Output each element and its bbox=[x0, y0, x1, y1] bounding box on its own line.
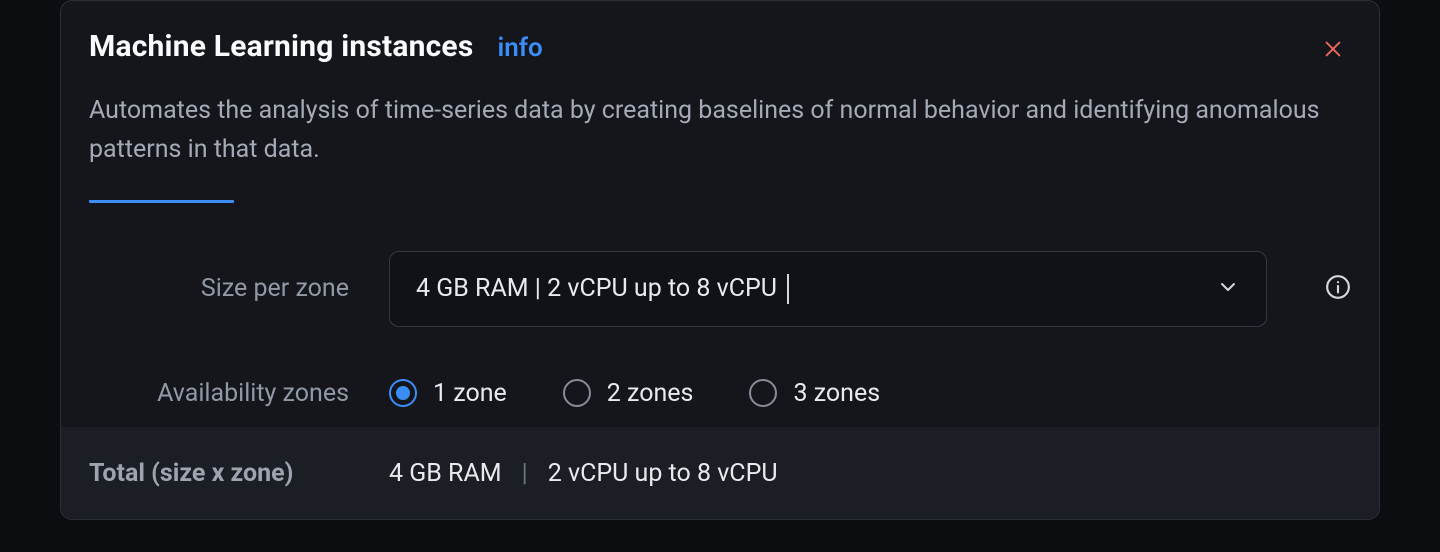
info-icon bbox=[1325, 274, 1351, 304]
total-cpu: 2 vCPU up to 8 vCPU bbox=[548, 459, 778, 488]
info-link[interactable]: info bbox=[497, 33, 542, 63]
form-area: Size per zone 4 GB RAM | 2 vCPU up to 8 … bbox=[61, 203, 1379, 408]
zone-option-1-label: 1 zone bbox=[433, 379, 507, 408]
text-cursor bbox=[787, 274, 789, 304]
panel-header: Machine Learning instances info Automate… bbox=[61, 1, 1379, 203]
close-button[interactable] bbox=[1319, 37, 1347, 65]
zone-option-2[interactable]: 2 zones bbox=[563, 379, 694, 408]
divider: | bbox=[522, 459, 528, 488]
radio-icon bbox=[749, 379, 777, 407]
size-per-zone-label: Size per zone bbox=[89, 274, 349, 303]
chevron-down-icon bbox=[1216, 275, 1240, 303]
availability-zones-row: Availability zones 1 zone 2 zones 3 zone… bbox=[89, 379, 1351, 408]
availability-zones-radios: 1 zone 2 zones 3 zones bbox=[389, 379, 880, 408]
size-per-zone-row: Size per zone 4 GB RAM | 2 vCPU up to 8 … bbox=[89, 251, 1351, 327]
size-per-zone-select[interactable]: 4 GB RAM | 2 vCPU up to 8 vCPU bbox=[389, 251, 1267, 327]
title-row: Machine Learning instances info bbox=[89, 29, 1351, 64]
total-ram: 4 GB RAM bbox=[389, 459, 502, 488]
zone-option-3-label: 3 zones bbox=[793, 379, 880, 408]
zone-option-3[interactable]: 3 zones bbox=[749, 379, 880, 408]
availability-zones-label: Availability zones bbox=[89, 379, 349, 408]
panel-title: Machine Learning instances bbox=[89, 29, 473, 64]
size-per-zone-value: 4 GB RAM | 2 vCPU up to 8 vCPU bbox=[416, 274, 789, 304]
size-per-zone-value-text: 4 GB RAM | 2 vCPU up to 8 vCPU bbox=[416, 274, 777, 303]
close-icon bbox=[1322, 38, 1344, 64]
total-bar: Total (size x zone) 4 GB RAM | 2 vCPU up… bbox=[61, 427, 1379, 519]
zone-option-2-label: 2 zones bbox=[607, 379, 694, 408]
zone-option-1[interactable]: 1 zone bbox=[389, 379, 507, 408]
total-label: Total (size x zone) bbox=[89, 459, 349, 488]
ml-instances-panel: Machine Learning instances info Automate… bbox=[60, 0, 1380, 520]
size-info-button[interactable] bbox=[1325, 274, 1351, 304]
total-values: 4 GB RAM | 2 vCPU up to 8 vCPU bbox=[389, 459, 778, 488]
radio-icon bbox=[389, 379, 417, 407]
radio-icon bbox=[563, 379, 591, 407]
active-tab-indicator bbox=[89, 200, 234, 203]
panel-description: Automates the analysis of time-series da… bbox=[89, 92, 1339, 170]
